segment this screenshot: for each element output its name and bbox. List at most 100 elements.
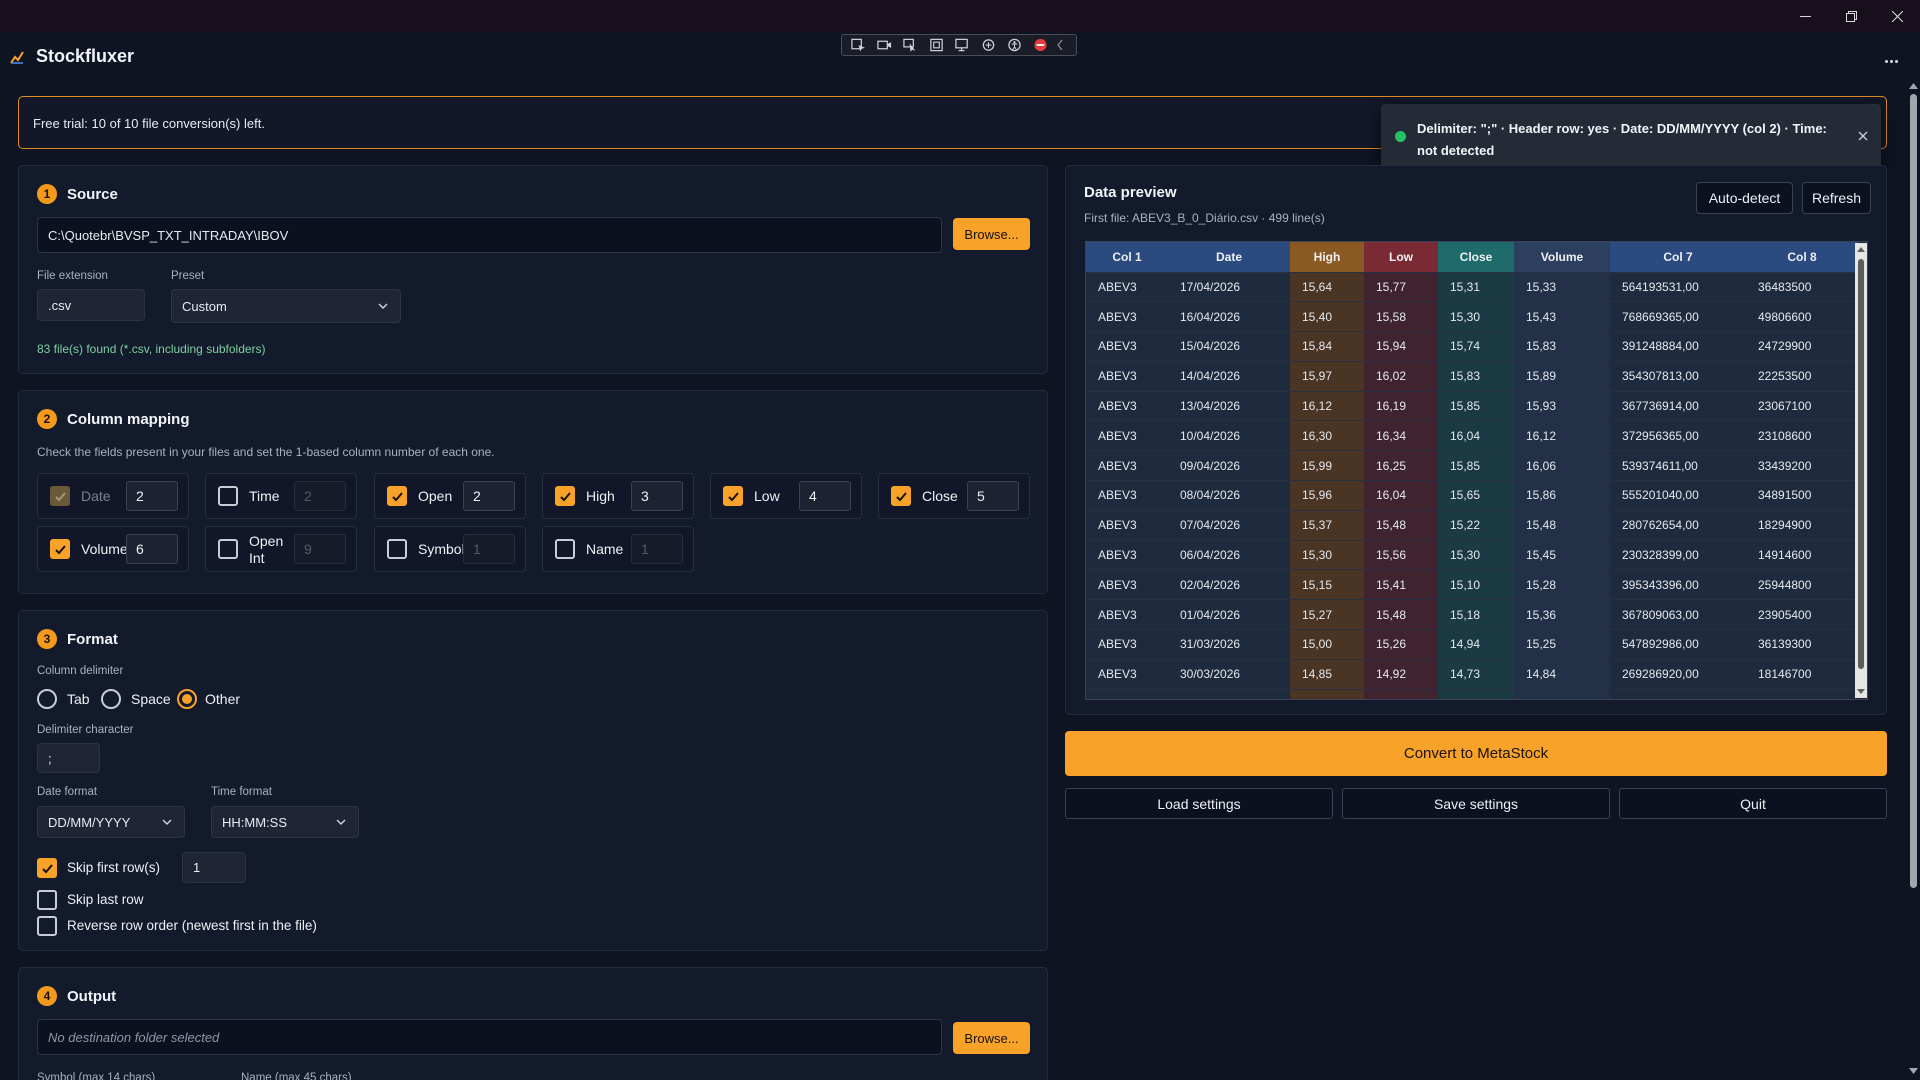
save-settings-button[interactable]: Save settings xyxy=(1342,788,1610,819)
table-cell: 15,18 xyxy=(1438,599,1514,630)
mapping-column-input[interactable]: 6 xyxy=(126,534,178,564)
preview-scroll-thumb[interactable] xyxy=(1858,259,1864,669)
mapping-field-label: Open Int xyxy=(249,533,284,566)
table-cell: 16,30 xyxy=(1290,420,1364,451)
mapping-column-input: 9 xyxy=(294,534,346,564)
more-menu-icon[interactable] xyxy=(1884,50,1899,68)
table-cell: 391248884,00 xyxy=(1610,331,1746,362)
table-cell: 25944800 xyxy=(1746,569,1858,600)
format-title: Format xyxy=(67,630,118,648)
file-extension-input[interactable]: .csv xyxy=(37,289,145,321)
table-cell: 15,10 xyxy=(1438,569,1514,600)
table-row: ABEV3 09/04/2026 15,99 16,25 15,85 16,06 53937… xyxy=(1086,450,1858,481)
table-cell: 15,65 xyxy=(1438,480,1514,511)
table-cell: 15,94 xyxy=(1364,331,1438,362)
mapping-column-input[interactable]: 5 xyxy=(967,481,1019,511)
page-scrollbar[interactable] xyxy=(1906,82,1920,1080)
toast-close-icon[interactable] xyxy=(1857,130,1869,142)
table-cell: 17983400 xyxy=(1746,688,1858,699)
table-cell: 17/04/2026 xyxy=(1168,271,1290,302)
mapping-field-label: Symbol xyxy=(418,541,465,557)
delimiter-radio-space[interactable] xyxy=(101,689,121,709)
file-extension-label: File extension xyxy=(37,270,108,282)
table-row: ABEV3 14/04/2026 15,97 16,02 15,83 15,89 35430… xyxy=(1086,360,1858,392)
mapping-checkbox[interactable] xyxy=(218,539,238,559)
table-cell: 15,36 xyxy=(1514,599,1610,630)
source-path-input[interactable]: C:\Quotebr\BVSP_TXT_INTRADAY\IBOV xyxy=(37,217,942,253)
table-cell: 14,79 xyxy=(1290,688,1364,699)
chevron-down-icon xyxy=(378,303,388,310)
table-row: ABEV3 10/04/2026 16,30 16,34 16,04 16,12 37295… xyxy=(1086,420,1858,451)
mapping-title: Column mapping xyxy=(67,410,190,428)
preview-table-wrapper[interactable]: Col 1 Date High Low Close Volume Col 7 Col 8 AB… xyxy=(1085,241,1868,700)
mapping-checkbox[interactable] xyxy=(891,486,911,506)
delimiter-radio-tab[interactable] xyxy=(37,689,57,709)
app-logo-icon xyxy=(10,51,24,64)
page-scroll-thumb[interactable] xyxy=(1910,94,1917,888)
restore-button[interactable] xyxy=(1828,0,1874,32)
page-scroll-down-icon[interactable] xyxy=(1909,1067,1918,1074)
mapping-column-input[interactable]: 3 xyxy=(631,481,683,511)
load-settings-button[interactable]: Load settings xyxy=(1065,788,1333,819)
table-cell: 07/04/2026 xyxy=(1168,509,1290,541)
output-browse-button[interactable]: Browse... xyxy=(953,1022,1030,1054)
mapping-checkbox[interactable] xyxy=(387,486,407,506)
mapping-column-input[interactable]: 4 xyxy=(799,481,851,511)
table-cell: 02/04/2026 xyxy=(1168,569,1290,600)
table-cell: 36483500 xyxy=(1746,271,1858,302)
mapping-checkbox[interactable] xyxy=(387,539,407,559)
preset-value: Custom xyxy=(182,298,227,314)
preview-column-header: Volume xyxy=(1514,242,1610,272)
preset-select[interactable]: Custom xyxy=(171,289,401,323)
table-cell: 15,93 xyxy=(1514,390,1610,421)
mapping-field-label: Date xyxy=(81,488,111,504)
preview-scrollbar[interactable] xyxy=(1855,243,1867,698)
preview-header-row: Col 1 Date High Low Close Volume Col 7 Col 8 xyxy=(1086,242,1858,272)
quit-button[interactable]: Quit xyxy=(1619,788,1887,819)
table-cell: 15,48 xyxy=(1364,599,1438,630)
mapping-checkbox[interactable] xyxy=(50,539,70,559)
table-cell: 564193531,00 xyxy=(1610,271,1746,302)
minimize-button[interactable] xyxy=(1782,0,1828,32)
table-cell: 15,26 xyxy=(1364,629,1438,660)
auto-detect-button[interactable]: Auto-detect xyxy=(1696,182,1793,214)
table-cell: 15,30 xyxy=(1438,539,1514,570)
date-format-select[interactable]: DD/MM/YYYY xyxy=(37,806,185,838)
mapping-checkbox[interactable] xyxy=(218,486,238,506)
skip-last-checkbox[interactable] xyxy=(37,890,57,910)
mapping-column-input[interactable]: 2 xyxy=(126,481,178,511)
mapping-field-label: Volume xyxy=(81,541,128,557)
table-cell: 15,43 xyxy=(1514,301,1610,332)
mapping-checkbox[interactable] xyxy=(723,486,743,506)
mapping-field-label: High xyxy=(586,488,615,504)
delimiter-radio-other[interactable] xyxy=(177,689,197,709)
mapping-checkbox[interactable] xyxy=(555,539,575,559)
table-cell: 15,56 xyxy=(1364,539,1438,570)
source-browse-button[interactable]: Browse... xyxy=(953,218,1030,250)
table-row: ABEV327/03/202614,7915,0014,7414,7626532… xyxy=(1086,688,1858,699)
scroll-up-arrow-icon[interactable] xyxy=(1857,246,1865,254)
mapping-checkbox[interactable] xyxy=(555,486,575,506)
table-cell: 23067100 xyxy=(1746,390,1858,421)
mapping-column-input[interactable]: 2 xyxy=(463,481,515,511)
refresh-button[interactable]: Refresh xyxy=(1802,182,1871,214)
close-window-button[interactable] xyxy=(1874,0,1920,32)
delimiter-character-input[interactable]: ; xyxy=(37,743,100,773)
table-cell: 15,85 xyxy=(1438,450,1514,481)
output-folder-input[interactable]: No destination folder selected xyxy=(37,1019,942,1055)
table-cell: 15,25 xyxy=(1514,629,1610,660)
scroll-down-arrow-icon[interactable] xyxy=(1857,687,1865,695)
skip-first-checkbox[interactable] xyxy=(37,858,57,878)
table-cell: ABEV3 xyxy=(1086,658,1168,690)
table-cell: 15,41 xyxy=(1364,569,1438,600)
time-format-select[interactable]: HH:MM:SS xyxy=(211,806,359,838)
table-cell: ABEV3 xyxy=(1086,301,1168,332)
skip-first-count-input[interactable]: 1 xyxy=(182,852,246,883)
convert-button[interactable]: Convert to MetaStock xyxy=(1065,731,1887,776)
reverse-order-checkbox[interactable] xyxy=(37,916,57,936)
page-scroll-up-icon[interactable] xyxy=(1909,83,1918,90)
table-cell: 15,48 xyxy=(1514,509,1610,541)
table-cell: ABEV3 xyxy=(1086,509,1168,541)
step-badge: 3 xyxy=(37,629,57,649)
name-max-label: Name (max 45 chars) xyxy=(241,1072,352,1080)
